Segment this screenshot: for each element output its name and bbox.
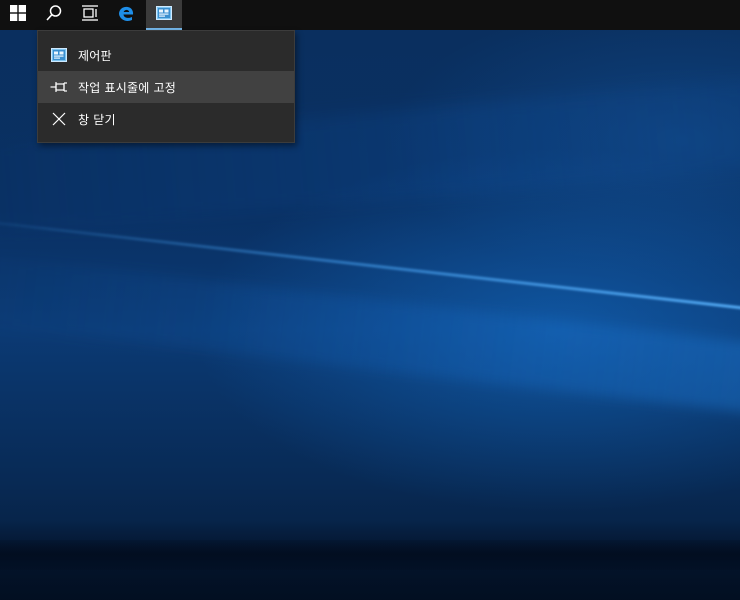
edge-browser-icon — [117, 4, 135, 26]
edge-browser-button[interactable] — [108, 0, 144, 30]
taskbar — [0, 0, 740, 30]
start-button[interactable] — [0, 0, 36, 30]
windows-start-icon — [10, 5, 26, 25]
taskbar-context-menu: 제어판 작업 표시줄에 고정 창 닫기 — [37, 30, 295, 143]
search-button[interactable] — [36, 0, 72, 30]
search-icon — [45, 4, 63, 26]
menu-item-pin-to-taskbar[interactable]: 작업 표시줄에 고정 — [38, 71, 294, 103]
menu-item-label: 창 닫기 — [78, 112, 116, 127]
control-panel-icon — [156, 5, 172, 24]
task-view-button[interactable] — [72, 0, 108, 30]
menu-item-close-window[interactable]: 창 닫기 — [38, 103, 294, 135]
menu-item-control-panel[interactable]: 제어판 — [38, 39, 294, 71]
close-icon — [50, 110, 68, 128]
wallpaper-floor-shadow — [0, 540, 740, 570]
menu-item-label: 제어판 — [78, 48, 112, 63]
wallpaper-light-beam — [0, 250, 740, 422]
task-view-icon — [81, 4, 99, 26]
menu-item-label: 작업 표시줄에 고정 — [78, 80, 176, 95]
pin-icon — [50, 78, 68, 96]
control-panel-taskbar-button[interactable] — [146, 0, 182, 30]
control-panel-icon — [50, 46, 68, 64]
